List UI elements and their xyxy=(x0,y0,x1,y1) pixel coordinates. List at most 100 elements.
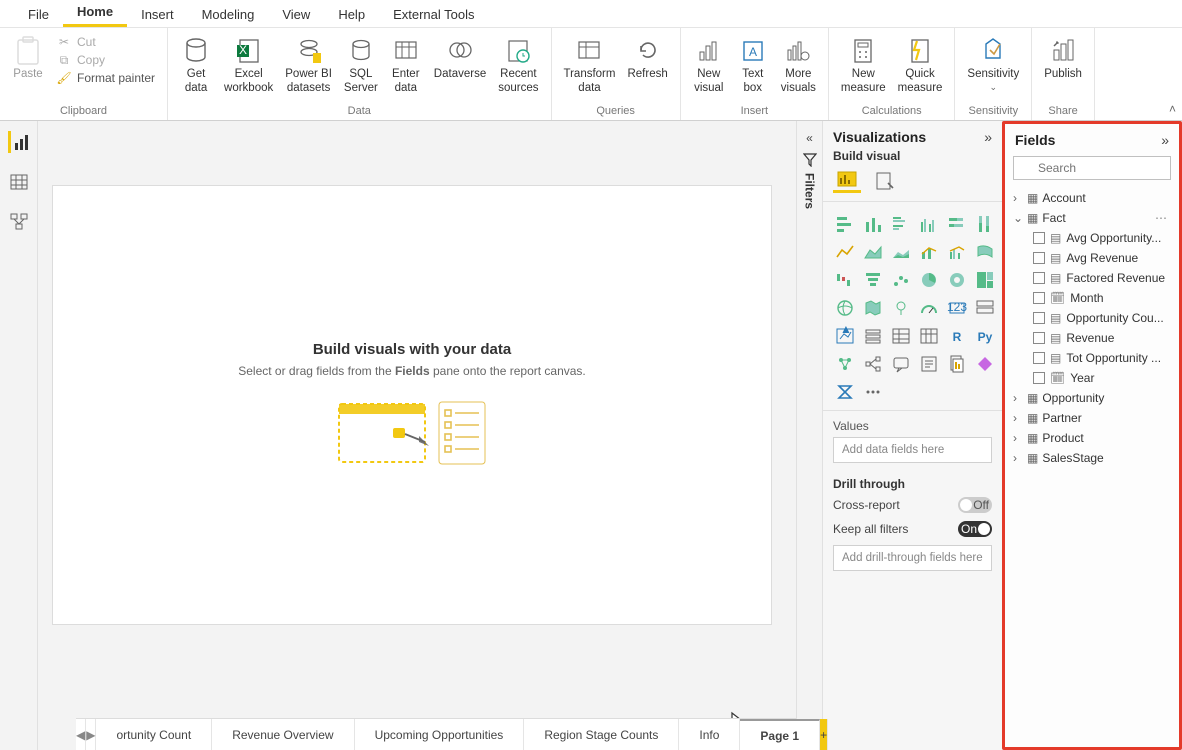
data-view-icon[interactable] xyxy=(8,171,30,193)
filled-map-icon[interactable] xyxy=(861,296,885,320)
page-tab[interactable]: Upcoming Opportunities xyxy=(355,719,525,750)
table-icon[interactable] xyxy=(889,324,913,348)
field-item[interactable]: ▤Tot Opportunity ... xyxy=(1009,348,1175,368)
collapse-viz-pane-icon[interactable]: » xyxy=(984,129,992,145)
page-tab[interactable]: Info xyxy=(679,719,740,750)
area-chart-icon[interactable] xyxy=(861,240,885,264)
checkbox[interactable] xyxy=(1033,312,1045,324)
more-visuals-button[interactable]: More visuals xyxy=(775,32,822,96)
scatter-icon[interactable] xyxy=(889,268,913,292)
combo-chart2-icon[interactable] xyxy=(945,240,969,264)
field-item[interactable]: ▤Factored Revenue xyxy=(1009,268,1175,288)
copy-button[interactable]: ⧉Copy xyxy=(56,52,155,68)
recent-sources-button[interactable]: Recent sources xyxy=(492,32,544,96)
fields-search-input[interactable] xyxy=(1013,156,1171,180)
python-visual-icon[interactable]: Py xyxy=(973,324,997,348)
stacked-column-icon[interactable] xyxy=(861,212,885,236)
hundred-column-icon[interactable] xyxy=(973,212,997,236)
table-node-opportunity[interactable]: ›▦Opportunity xyxy=(1009,388,1175,408)
format-visual-tab[interactable] xyxy=(871,169,899,193)
azure-map-icon[interactable] xyxy=(889,296,913,320)
get-data-button[interactable]: Get data xyxy=(174,32,218,96)
field-item[interactable]: ▤Revenue xyxy=(1009,328,1175,348)
refresh-button[interactable]: Refresh xyxy=(621,32,673,82)
tab-modeling[interactable]: Modeling xyxy=(188,1,269,27)
page-tab[interactable]: ortunity Count xyxy=(96,719,212,750)
combo-chart-icon[interactable] xyxy=(917,240,941,264)
hundred-bar-icon[interactable] xyxy=(945,212,969,236)
values-dropzone[interactable]: Add data fields here xyxy=(833,437,992,463)
table-node-fact[interactable]: ⌄▦Fact⋯ xyxy=(1009,208,1175,228)
checkbox[interactable] xyxy=(1033,352,1045,364)
field-item[interactable]: 🗓Month xyxy=(1009,288,1175,308)
build-visual-tab[interactable] xyxy=(833,169,861,193)
kpi-icon[interactable]: ▲ xyxy=(833,324,857,348)
paste-button[interactable]: Paste xyxy=(6,32,50,82)
checkbox[interactable] xyxy=(1033,332,1045,344)
ribbon-chart-icon[interactable] xyxy=(973,240,997,264)
stacked-bar-icon[interactable] xyxy=(833,212,857,236)
checkbox[interactable] xyxy=(1033,252,1045,264)
text-box-button[interactable]: AText box xyxy=(731,32,775,96)
more-icon[interactable]: ⋯ xyxy=(1155,211,1171,225)
r-visual-icon[interactable]: R xyxy=(945,324,969,348)
table-node-partner[interactable]: ›▦Partner xyxy=(1009,408,1175,428)
clustered-column-icon[interactable] xyxy=(917,212,941,236)
cross-report-toggle[interactable]: Off xyxy=(958,497,992,513)
cut-button[interactable]: ✂Cut xyxy=(56,34,155,50)
pbi-datasets-button[interactable]: Power BI datasets xyxy=(279,32,338,96)
checkbox[interactable] xyxy=(1033,272,1045,284)
table-node-salesstage[interactable]: ›▦SalesStage xyxy=(1009,448,1175,468)
funnel-icon[interactable] xyxy=(861,268,885,292)
table-node-account[interactable]: ›▦Account xyxy=(1009,188,1175,208)
more-options-icon[interactable] xyxy=(861,380,885,404)
tab-external-tools[interactable]: External Tools xyxy=(379,1,488,27)
expand-icon[interactable]: « xyxy=(806,131,813,145)
gauge-icon[interactable] xyxy=(917,296,941,320)
report-canvas[interactable]: Build visuals with your data Select or d… xyxy=(52,185,772,625)
collapse-ribbon-icon[interactable]: ˄ xyxy=(1169,102,1176,116)
keep-filters-toggle[interactable]: On xyxy=(958,521,992,537)
field-item[interactable]: ▤Avg Revenue xyxy=(1009,248,1175,268)
power-apps-icon[interactable] xyxy=(973,352,997,376)
tab-view[interactable]: View xyxy=(268,1,324,27)
page-tab[interactable]: Revenue Overview xyxy=(212,719,354,750)
quick-measure-button[interactable]: Quick measure xyxy=(892,32,949,96)
model-view-icon[interactable] xyxy=(8,211,30,233)
page-tab[interactable]: Region Stage Counts xyxy=(524,719,679,750)
checkbox[interactable] xyxy=(1033,372,1045,384)
matrix-icon[interactable] xyxy=(917,324,941,348)
tab-insert[interactable]: Insert xyxy=(127,1,188,27)
checkbox[interactable] xyxy=(1033,292,1045,304)
add-page-button[interactable]: + xyxy=(820,719,828,750)
field-item[interactable]: 🗓Year xyxy=(1009,368,1175,388)
waterfall-icon[interactable] xyxy=(833,268,857,292)
new-measure-button[interactable]: New measure xyxy=(835,32,892,96)
stacked-area-icon[interactable] xyxy=(889,240,913,264)
filters-pane-collapsed[interactable]: « Filters xyxy=(796,121,822,750)
transform-data-button[interactable]: Transform data xyxy=(558,32,622,96)
new-visual-button[interactable]: New visual xyxy=(687,32,731,96)
qa-visual-icon[interactable] xyxy=(889,352,913,376)
page-nav-right[interactable]: ▶ xyxy=(86,719,96,750)
map-icon[interactable] xyxy=(833,296,857,320)
tab-home[interactable]: Home xyxy=(63,0,127,27)
paginated-icon[interactable] xyxy=(945,352,969,376)
line-chart-icon[interactable] xyxy=(833,240,857,264)
publish-button[interactable]: Publish xyxy=(1038,32,1088,82)
dataverse-button[interactable]: Dataverse xyxy=(428,32,492,82)
clustered-bar-icon[interactable] xyxy=(889,212,913,236)
tab-help[interactable]: Help xyxy=(324,1,379,27)
multi-card-icon[interactable] xyxy=(973,296,997,320)
power-automate-icon[interactable] xyxy=(833,380,857,404)
page-tab[interactable]: Page 1 xyxy=(740,719,820,750)
pie-icon[interactable] xyxy=(917,268,941,292)
collapse-fields-pane-icon[interactable]: » xyxy=(1161,132,1169,148)
excel-button[interactable]: XExcel workbook xyxy=(218,32,279,96)
tab-file[interactable]: File xyxy=(14,1,63,27)
page-nav-left[interactable]: ◀ xyxy=(76,719,86,750)
sql-server-button[interactable]: SQL Server xyxy=(338,32,384,96)
drill-dropzone[interactable]: Add drill-through fields here xyxy=(833,545,992,571)
key-influencers-icon[interactable] xyxy=(833,352,857,376)
slicer-icon[interactable] xyxy=(861,324,885,348)
